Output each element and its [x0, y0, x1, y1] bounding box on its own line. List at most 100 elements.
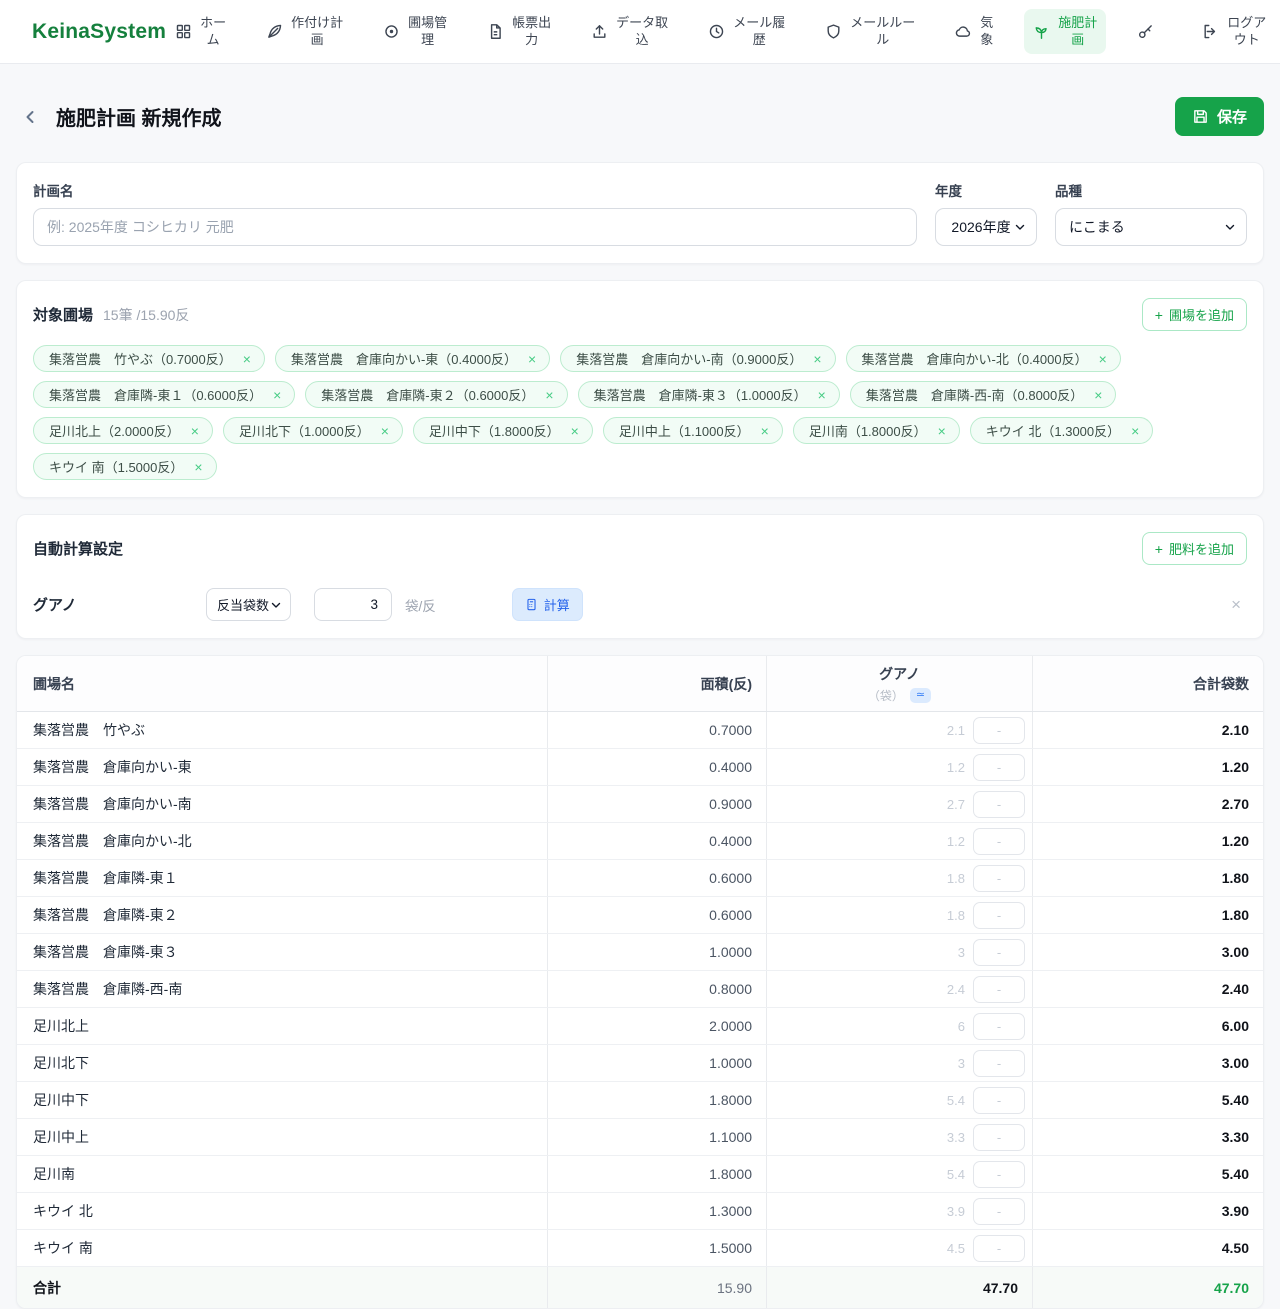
guano-computed-value: 5.4 [947, 1093, 965, 1108]
field-chip[interactable]: 集落営農 竹やぶ（0.7000反） × [33, 345, 265, 372]
nav-item-label: 気象 [980, 15, 993, 49]
table-row: 足川北下 1.0000 3 3.00 [17, 1045, 1263, 1082]
close-icon[interactable]: × [194, 459, 202, 475]
close-icon[interactable]: × [938, 423, 946, 439]
close-icon[interactable]: × [243, 351, 251, 367]
area-cell: 0.6000 [547, 897, 766, 933]
calculate-button-label: 計算 [544, 595, 570, 614]
calculate-button[interactable]: 計算 [512, 588, 583, 621]
round-approx-button[interactable]: ≃ [910, 688, 931, 703]
guano-override-input[interactable] [973, 902, 1025, 929]
add-fertilizer-button[interactable]: + 肥料を追加 [1142, 532, 1247, 565]
field-chip[interactable]: 足川中下（1.8000反） × [413, 417, 593, 444]
field-chip-label: 集落営農 倉庫隣-西-南（0.8000反） [866, 385, 1083, 404]
bags-per-tan-input[interactable] [314, 588, 392, 621]
save-button[interactable]: 保存 [1175, 97, 1264, 136]
nav-item-data-import[interactable]: データ取込 [582, 9, 677, 55]
calc-mode-select[interactable]: 反当袋数 [206, 588, 291, 621]
variety-select[interactable]: にこまる [1055, 208, 1247, 246]
field-chip[interactable]: キウイ 南（1.5000反） × [33, 453, 217, 480]
guano-override-input[interactable] [973, 1050, 1025, 1077]
guano-override-input[interactable] [973, 865, 1025, 892]
close-icon[interactable]: × [571, 423, 579, 439]
field-chip[interactable]: 集落営農 倉庫隣-東３（1.0000反） × [578, 381, 840, 408]
field-chip[interactable]: 集落営農 倉庫隣-東１（0.6000反） × [33, 381, 295, 408]
guano-override-input[interactable] [973, 939, 1025, 966]
field-name-cell: 足川北上 [17, 1008, 547, 1044]
nav-item-field-manage[interactable]: 圃場管理 [374, 9, 456, 55]
guano-override-input[interactable] [973, 1161, 1025, 1188]
close-icon[interactable]: × [1094, 387, 1102, 403]
chevron-down-icon [1223, 220, 1237, 234]
field-chip[interactable]: 集落営農 倉庫向かい-南（0.9000反） × [560, 345, 835, 372]
app-logo[interactable]: KeinaSystem [32, 20, 166, 44]
add-field-button-label: 圃場を追加 [1169, 305, 1234, 324]
table-row: 足川南 1.8000 5.4 5.40 [17, 1156, 1263, 1193]
field-chip[interactable]: 足川南（1.8000反） × [793, 417, 960, 444]
close-icon[interactable]: × [191, 423, 199, 439]
plus-icon: + [1155, 308, 1163, 322]
add-field-button[interactable]: + 圃場を追加 [1142, 298, 1247, 331]
field-chip[interactable]: 集落営農 倉庫向かい-東（0.4000反） × [275, 345, 550, 372]
back-button[interactable] [20, 107, 40, 127]
table-row: 足川中上 1.1000 3.3 3.30 [17, 1119, 1263, 1156]
nav-item-mail-history[interactable]: メール履歴 [699, 9, 794, 55]
nav-item-crop-plan[interactable]: 作付け計画 [257, 9, 352, 55]
guano-override-input[interactable] [973, 828, 1025, 855]
nav-item-weather[interactable]: 気象 [946, 9, 1002, 55]
total-bags-cell: 3.00 [1032, 1045, 1263, 1081]
nav-item-home[interactable]: ホーム [166, 9, 235, 55]
guano-cell: 2.4 [766, 971, 1032, 1007]
guano-override-input[interactable] [973, 791, 1025, 818]
target-fields-card: 対象圃場 15筆 /15.90反 + 圃場を追加 集落営農 竹やぶ（0.7000… [16, 280, 1264, 498]
close-icon[interactable]: × [761, 423, 769, 439]
nav-item-logout[interactable]: ログアウト [1193, 9, 1275, 55]
nav-item-mail-rule[interactable]: メールルール [816, 9, 924, 55]
guano-override-input[interactable] [973, 976, 1025, 1003]
field-chip[interactable]: 足川北上（2.0000反） × [33, 417, 213, 444]
home-icon [175, 23, 192, 40]
total-bags-cell: 1.80 [1032, 897, 1263, 933]
year-select-value: 2026年度 [949, 217, 1013, 237]
guano-override-input[interactable] [973, 1235, 1025, 1262]
page-title: 施肥計画 新規作成 [56, 102, 222, 131]
field-chip[interactable]: 足川北下（1.0000反） × [223, 417, 403, 444]
close-icon[interactable]: × [1099, 351, 1107, 367]
plan-name-input[interactable] [33, 208, 917, 246]
guano-override-input[interactable] [973, 1198, 1025, 1225]
close-icon[interactable]: × [528, 351, 536, 367]
close-icon[interactable]: × [545, 387, 553, 403]
guano-computed-value: 2.7 [947, 797, 965, 812]
guano-override-input[interactable] [973, 717, 1025, 744]
field-chip[interactable]: キウイ 北（1.3000反） × [970, 417, 1154, 444]
auto-calc-card: 自動計算設定 + 肥料を追加 グアノ 反当袋数 袋/反 計算 × [16, 514, 1264, 639]
footer-area-total: 15.90 [547, 1267, 766, 1308]
guano-override-input[interactable] [973, 1013, 1025, 1040]
table-row: 集落営農 倉庫向かい-南 0.9000 2.7 2.70 [17, 786, 1263, 823]
footer-grand-total: 47.70 [1032, 1267, 1263, 1308]
close-icon[interactable]: × [1131, 423, 1139, 439]
close-icon[interactable]: × [818, 387, 826, 403]
guano-override-input[interactable] [973, 1087, 1025, 1114]
nav-item-key[interactable] [1128, 17, 1171, 46]
close-icon[interactable]: × [813, 351, 821, 367]
year-select[interactable]: 2026年度 [935, 208, 1037, 246]
nav-item-label: ログアウト [1227, 15, 1266, 49]
close-icon[interactable]: × [381, 423, 389, 439]
nav-item-report-output[interactable]: 帳票出力 [478, 9, 560, 55]
field-chip[interactable]: 足川中上（1.1000反） × [603, 417, 783, 444]
nav-item-fertilizer-plan[interactable]: 施肥計画 [1024, 9, 1106, 55]
guano-cell: 3 [766, 1045, 1032, 1081]
guano-computed-value: 1.2 [947, 760, 965, 775]
field-chip[interactable]: 集落営農 倉庫隣-西-南（0.8000反） × [850, 381, 1117, 408]
save-button-label: 保存 [1217, 106, 1247, 127]
mail-rule-icon [825, 23, 842, 40]
close-icon[interactable]: × [273, 387, 281, 403]
area-cell: 0.8000 [547, 971, 766, 1007]
guano-override-input[interactable] [973, 754, 1025, 781]
table-row: キウイ 北 1.3000 3.9 3.90 [17, 1193, 1263, 1230]
field-chip[interactable]: 集落営農 倉庫隣-東２（0.6000反） × [305, 381, 567, 408]
guano-override-input[interactable] [973, 1124, 1025, 1151]
close-icon[interactable]: × [1231, 595, 1241, 615]
field-chip[interactable]: 集落営農 倉庫向かい-北（0.4000反） × [846, 345, 1121, 372]
